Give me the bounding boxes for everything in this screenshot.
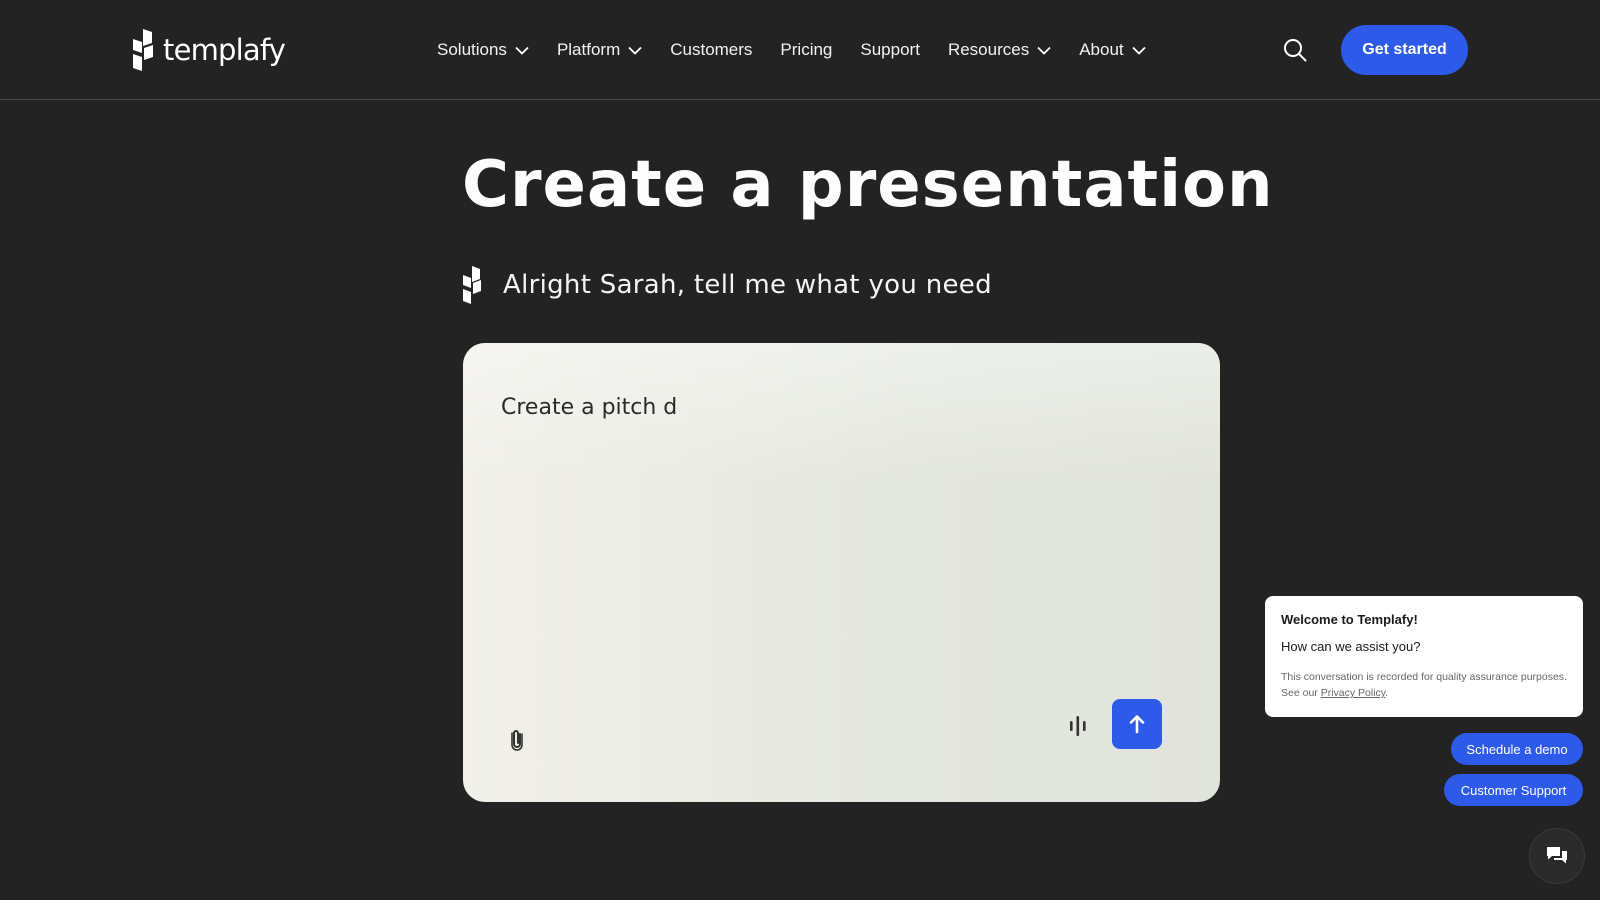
nav-item-customers[interactable]: Customers — [670, 40, 752, 60]
nav-label: Platform — [556, 40, 621, 59]
chat-recording-note: This conversation is recorded for qualit… — [1281, 669, 1567, 701]
brand-name: templafy — [163, 33, 286, 67]
nav-item-about[interactable]: About — [1079, 40, 1146, 60]
chat-bubbles-icon — [1547, 847, 1567, 864]
assistant-message: Alright Sarah, tell me what you need — [503, 270, 992, 300]
templafy-logo-icon — [133, 29, 153, 71]
prompt-input[interactable]: Create a pitch d — [501, 395, 1161, 427]
chevron-down-icon — [515, 46, 529, 55]
nav-item-solutions[interactable]: Solutions — [437, 40, 529, 60]
audio-wave-icon[interactable] — [1067, 714, 1089, 738]
customer-support-button[interactable]: Customer Support — [1444, 774, 1583, 806]
nav-label: Pricing — [780, 40, 833, 59]
nav-label: Customers — [670, 40, 753, 59]
nav-label: Support — [860, 40, 920, 59]
chat-title: Welcome to Templafy! — [1281, 612, 1418, 627]
get-started-button[interactable]: Get started — [1341, 25, 1468, 75]
chevron-down-icon — [628, 46, 642, 55]
send-button[interactable] — [1112, 699, 1162, 749]
chevron-down-icon — [1037, 46, 1051, 55]
chat-subtitle: How can we assist you? — [1281, 639, 1421, 654]
page-title: Create a presentation — [462, 148, 1274, 222]
search-icon[interactable] — [1283, 38, 1307, 62]
prompt-card: Create a pitch d — [463, 343, 1220, 802]
nav-label: About — [1079, 40, 1124, 59]
templafy-logo[interactable]: templafy — [131, 28, 286, 72]
chat-note-suffix: . — [1385, 687, 1389, 699]
arrow-up-icon — [1129, 715, 1145, 734]
nav-item-support[interactable]: Support — [860, 40, 920, 60]
chat-launcher-button[interactable] — [1529, 828, 1585, 884]
nav-item-platform[interactable]: Platform — [557, 40, 642, 60]
main-nav: Solutions Platform Customers Pricing Sup… — [437, 0, 1174, 100]
nav-label: Solutions — [437, 40, 507, 59]
nav-label: Resources — [947, 40, 1030, 59]
assistant-greeting: Alright Sarah, tell me what you need — [461, 266, 992, 304]
site-header: templafy Solutions Platform Customers Pr… — [0, 0, 1600, 100]
paperclip-icon[interactable] — [508, 728, 526, 752]
privacy-policy-link[interactable]: Privacy Policy — [1321, 687, 1386, 699]
nav-item-pricing[interactable]: Pricing — [780, 40, 832, 60]
schedule-demo-button[interactable]: Schedule a demo — [1451, 733, 1583, 765]
chat-welcome-card: Welcome to Templafy! How can we assist y… — [1265, 596, 1583, 717]
nav-item-resources[interactable]: Resources — [948, 40, 1051, 60]
chevron-down-icon — [1132, 46, 1146, 55]
templafy-assistant-icon — [463, 266, 481, 304]
